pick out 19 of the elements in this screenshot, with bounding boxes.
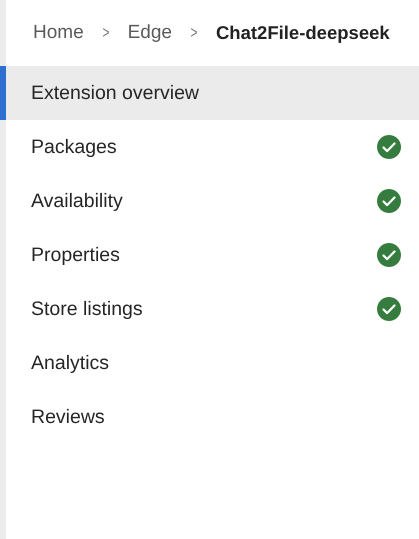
nav-item[interactable]: Reviews [0, 390, 419, 444]
nav-item[interactable]: Properties [0, 228, 419, 282]
nav-item-label: Packages [31, 136, 118, 158]
breadcrumb-link[interactable]: Home [33, 22, 84, 44]
current-page-title[interactable]: Chat2File-deepseek [216, 22, 390, 44]
nav-item-label: Extension overview [31, 82, 200, 104]
nav-item-label: Availability [31, 190, 124, 212]
chevron-separator: > [102, 23, 110, 43]
nav-item[interactable]: Extension overview [0, 66, 419, 120]
nav-item-label: Analytics [31, 352, 110, 374]
nav-item[interactable]: Packages [0, 120, 419, 174]
nav-item[interactable]: Store listings [0, 282, 419, 336]
nav-item-label: Reviews [31, 406, 106, 428]
breadcrumb-link[interactable]: Edge [128, 22, 172, 44]
nav-item[interactable]: Availability [0, 174, 419, 228]
nav-item-label: Properties [31, 244, 121, 266]
chevron-separator: > [190, 23, 198, 43]
nav-item[interactable]: Analytics [0, 336, 419, 390]
nav-item-label: Store listings [31, 298, 144, 320]
